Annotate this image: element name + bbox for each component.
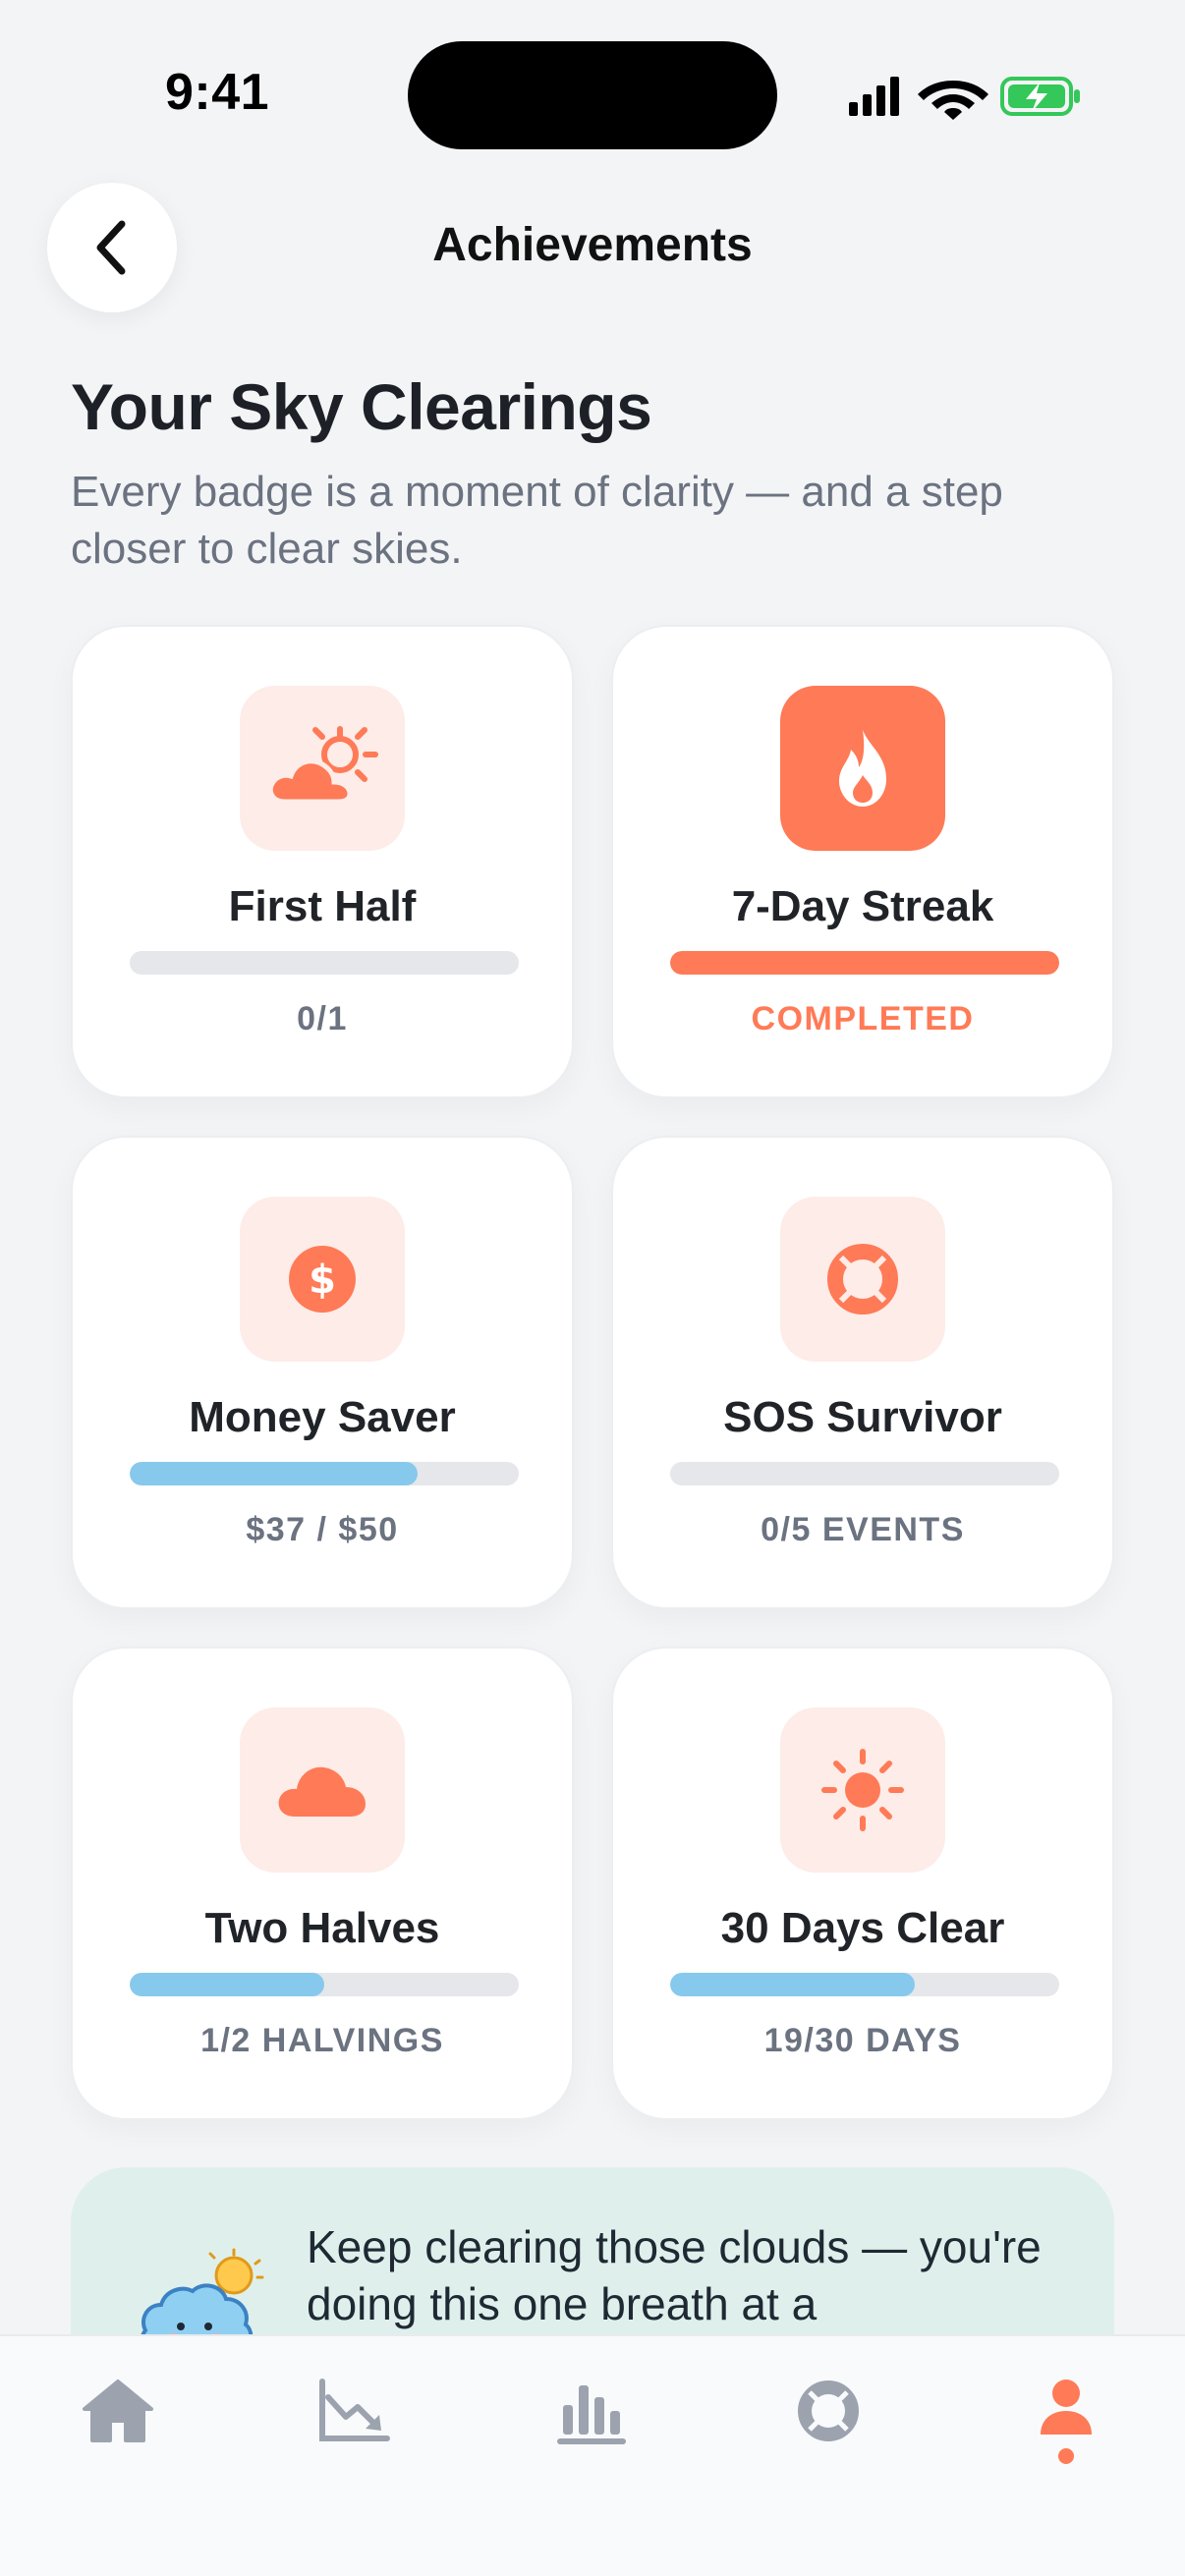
sun-behind-cloud-icon [267,726,378,805]
wifi-icon [918,81,988,120]
dollar-coin-icon: $ [289,1246,356,1313]
badge-name: SOS Survivor [723,1393,1002,1441]
status-bar: 9:41 [0,0,1185,187]
badge-card-money-saver[interactable]: $ Money Saver $37 / $50 [71,1136,574,1609]
progress-label: $37 / $50 [246,1511,399,1548]
tab-home[interactable] [59,2376,177,2503]
progress-label: 0/1 [297,1000,348,1037]
badge-card-7-day-streak[interactable]: 7-Day Streak COMPLETED [611,625,1114,1098]
lifebuoy-icon [827,1244,898,1315]
progress-bar [670,1462,1059,1485]
tab-trends[interactable] [295,2376,413,2503]
flame-icon [839,730,886,807]
badge-name: Two Halves [204,1904,440,1952]
badge-card-30-days-clear[interactable]: 30 Days Clear 19/30 DAYS [611,1647,1114,2120]
cloud-icon [278,1766,366,1817]
progress-fill [130,1973,324,1996]
progress-bar [130,1973,519,1996]
badge-name: First Half [228,882,417,930]
section-subtitle: Every badge is a moment of clarity — and… [71,468,1003,573]
progress-label: 19/30 DAYS [763,2022,962,2059]
lifebuoy-icon [798,2380,859,2441]
battery-icon [1000,77,1080,116]
home-icon [83,2380,153,2442]
home-indicator [390,2533,795,2547]
bar-chart-icon [557,2385,626,2444]
progress-label: 0/5 EVENTS [761,1511,965,1548]
progress-fill [130,1462,419,1485]
tab-stats[interactable] [534,2376,651,2503]
encouragement-text: Keep clearing those clouds — you're doin… [307,2221,1042,2329]
tab-sos[interactable] [769,2376,887,2503]
badge-icon-tile [780,1708,945,1873]
badge-name: Money Saver [189,1393,456,1441]
badge-name: 7-Day Streak [731,882,994,930]
progress-bar [670,1973,1059,1996]
section-title: Your Sky Clearings [71,370,652,443]
badge-grid: First Half 0/1 7-Day Streak COMPLETED $ … [71,625,1114,2120]
dynamic-island [408,41,777,149]
progress-label: COMPLETED [751,1000,975,1037]
tab-profile[interactable] [1007,2376,1125,2503]
badge-card-sos-survivor[interactable]: SOS Survivor 0/5 EVENTS [611,1136,1114,1609]
cellular-signal-icon [849,77,899,116]
sun-icon [821,1749,904,1831]
badge-card-first-half[interactable]: First Half 0/1 [71,625,574,1098]
badge-card-two-halves[interactable]: Two Halves 1/2 HALVINGS [71,1647,574,2120]
status-time: 9:41 [165,64,270,121]
badge-icon-tile [240,1708,405,1873]
svg-text:$: $ [309,1258,336,1303]
status-icons [849,77,1080,120]
profile-icon [1041,2380,1092,2435]
progress-fill [670,951,1059,975]
progress-bar [130,1462,519,1485]
badge-name: 30 Days Clear [720,1904,1005,1952]
badge-icon-tile [780,1197,945,1362]
badge-icon-tile [240,686,405,851]
active-tab-indicator [1058,2448,1074,2464]
badge-icon-tile [780,686,945,851]
progress-label: 1/2 HALVINGS [200,2022,444,2059]
trend-down-chart-icon [319,2379,390,2441]
progress-bar [130,951,519,975]
badge-icon-tile: $ [240,1197,405,1362]
progress-fill [670,1973,916,1996]
progress-bar [670,951,1059,975]
page-title: Achievements [432,219,753,271]
